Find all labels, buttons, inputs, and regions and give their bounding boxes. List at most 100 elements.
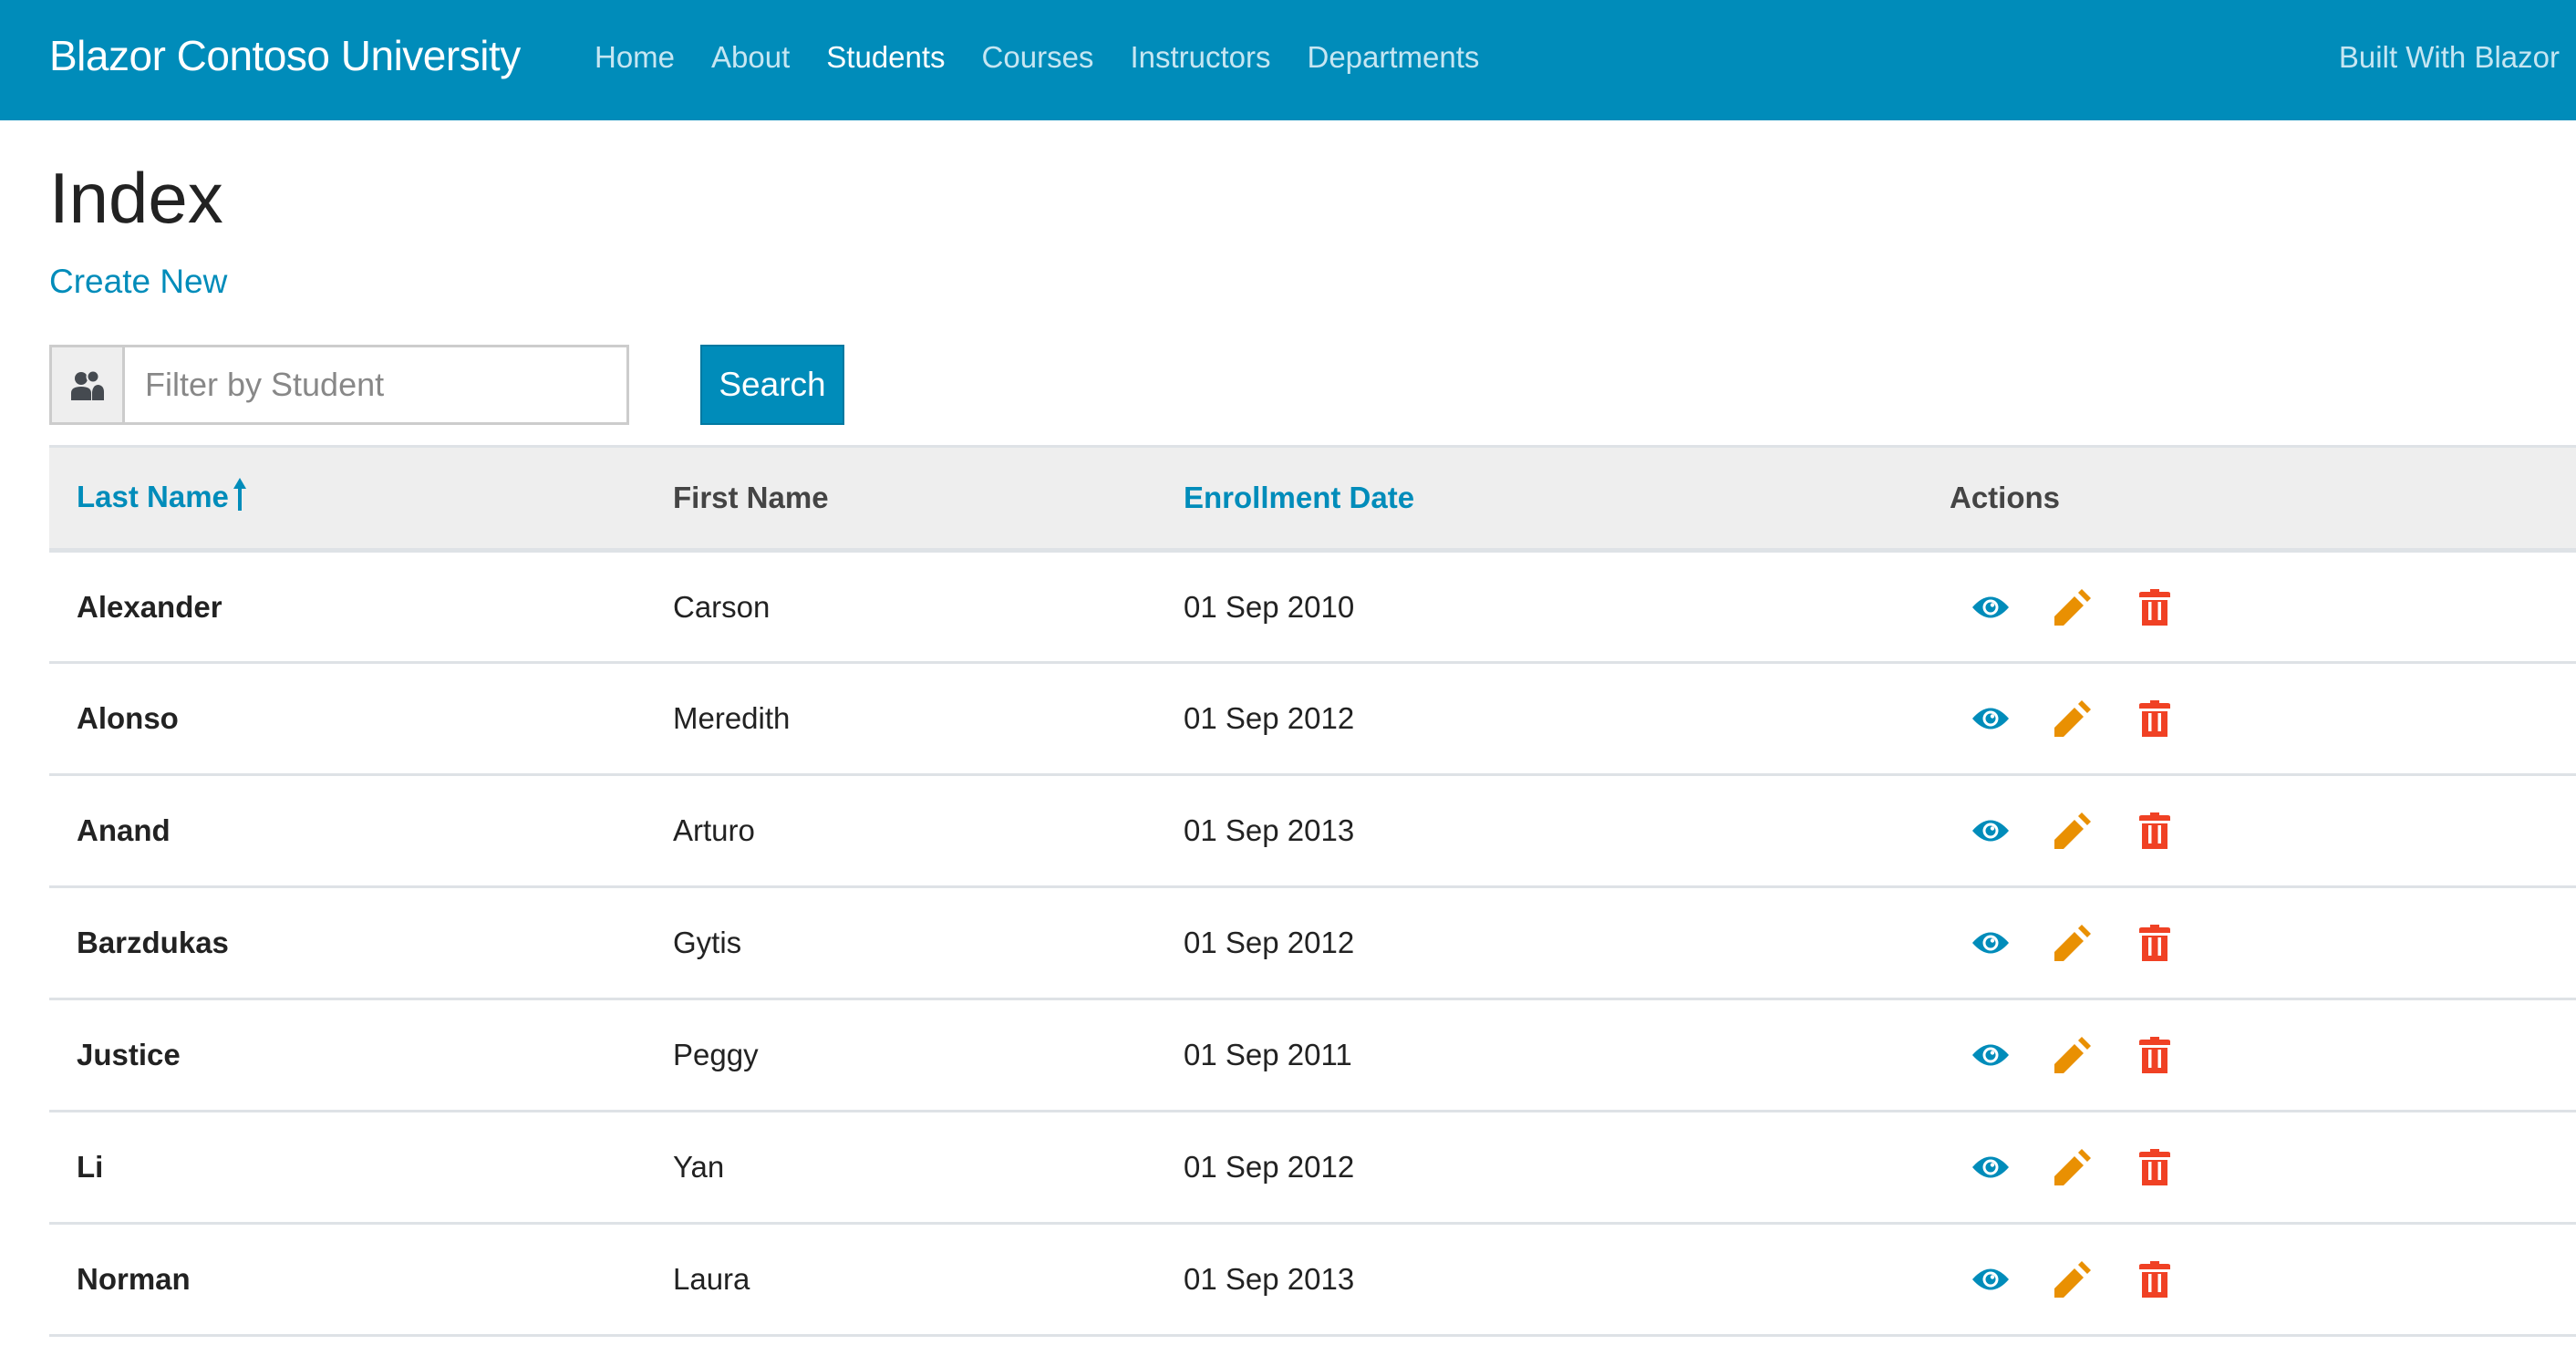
nav-item-departments[interactable]: Departments — [1307, 40, 1479, 75]
table-row: Anand Arturo 01 Sep 2013 — [49, 775, 2576, 887]
actions-cell — [1950, 775, 2576, 887]
delete-button[interactable] — [2134, 810, 2176, 852]
users-icon — [52, 347, 125, 422]
enrollment-date-cell: 01 Sep 2012 — [1184, 926, 1355, 959]
delete-button[interactable] — [2134, 586, 2176, 628]
enrollment-date-cell: 01 Sep 2013 — [1184, 1262, 1355, 1296]
last-name-cell: Alexander — [77, 589, 222, 624]
top-navbar: Blazor Contoso University Home About Stu… — [0, 0, 2576, 120]
last-name-cell: Justice — [77, 1038, 181, 1071]
first-name-cell: Laura — [673, 1262, 750, 1296]
details-button[interactable] — [1970, 922, 2012, 964]
eye-icon — [1972, 1268, 2009, 1290]
enrollment-date-cell: 01 Sep 2011 — [1184, 1038, 1352, 1071]
table-row: Barzdukas Gytis 01 Sep 2012 — [49, 887, 2576, 999]
nav-item-courses[interactable]: Courses — [982, 40, 1094, 75]
table-header-row: Last Name First Name Enrollment Date Act… — [49, 445, 2576, 553]
main-nav: Home About Students Courses Instructors … — [595, 40, 1479, 75]
delete-button[interactable] — [2134, 698, 2176, 740]
students-table: Last Name First Name Enrollment Date Act… — [49, 445, 2576, 1337]
details-button[interactable] — [1970, 810, 2012, 852]
sort-enrollment-date-link[interactable]: Enrollment Date — [1184, 481, 1414, 514]
eye-icon — [1972, 708, 2009, 730]
first-name-cell: Yan — [673, 1150, 725, 1184]
students-table-body: Alexander Carson 01 Sep 2010 Alonso Mere… — [49, 551, 2576, 1336]
page-title: Index — [49, 158, 223, 238]
enrollment-date-cell: 01 Sep 2012 — [1184, 1150, 1355, 1184]
nav-item-about[interactable]: About — [711, 40, 790, 75]
sort-last-name-link[interactable]: Last Name — [77, 478, 247, 513]
delete-button[interactable] — [2134, 1258, 2176, 1300]
details-button[interactable] — [1970, 1034, 2012, 1076]
actions-cell — [1950, 551, 2576, 663]
last-name-cell: Anand — [77, 813, 171, 847]
details-button[interactable] — [1970, 1258, 2012, 1300]
edit-button[interactable] — [2052, 698, 2094, 740]
details-button[interactable] — [1970, 586, 2012, 628]
eye-icon — [1972, 596, 2009, 617]
trash-icon — [2139, 1149, 2170, 1185]
first-name-cell: Arturo — [673, 813, 755, 847]
enrollment-date-cell: 01 Sep 2013 — [1184, 813, 1355, 847]
edit-button[interactable] — [2052, 1258, 2094, 1300]
trash-icon — [2139, 812, 2170, 849]
last-name-cell: Norman — [77, 1262, 191, 1296]
actions-cell — [1950, 1224, 2576, 1336]
first-name-cell: Meredith — [673, 701, 791, 735]
first-name-cell: Carson — [673, 589, 771, 624]
trash-icon — [2139, 700, 2170, 737]
column-header-enrollment-date[interactable]: Enrollment Date — [1184, 445, 1950, 553]
pencil-icon — [2054, 1149, 2091, 1185]
create-new-link[interactable]: Create New — [49, 263, 227, 301]
actions-cell — [1950, 887, 2576, 999]
pencil-icon — [2054, 812, 2091, 849]
edit-button[interactable] — [2052, 1146, 2094, 1188]
last-name-cell: Barzdukas — [77, 926, 229, 959]
trash-icon — [2139, 1037, 2170, 1073]
details-button[interactable] — [1970, 698, 2012, 740]
eye-icon — [1972, 820, 2009, 842]
last-name-cell: Li — [77, 1150, 104, 1184]
edit-button[interactable] — [2052, 586, 2094, 628]
column-header-first-name: First Name — [673, 445, 1184, 553]
eye-icon — [1972, 1156, 2009, 1178]
pencil-icon — [2054, 588, 2091, 626]
table-row: Alonso Meredith 01 Sep 2012 — [49, 663, 2576, 775]
edit-button[interactable] — [2052, 922, 2094, 964]
eye-icon — [1972, 1044, 2009, 1066]
built-with-blazor-link[interactable]: Built With Blazor — [2339, 40, 2560, 75]
trash-icon — [2139, 925, 2170, 961]
student-filter-group — [49, 345, 629, 425]
nav-item-instructors[interactable]: Instructors — [1130, 40, 1270, 75]
table-row: Norman Laura 01 Sep 2013 — [49, 1224, 2576, 1336]
table-row: Justice Peggy 01 Sep 2011 — [49, 999, 2576, 1112]
trash-icon — [2139, 1261, 2170, 1298]
pencil-icon — [2054, 1261, 2091, 1298]
actions-cell — [1950, 999, 2576, 1112]
enrollment-date-cell: 01 Sep 2012 — [1184, 701, 1355, 735]
delete-button[interactable] — [2134, 922, 2176, 964]
filter-by-student-input[interactable] — [125, 347, 626, 422]
column-header-last-name[interactable]: Last Name — [49, 445, 673, 553]
first-name-cell: Peggy — [673, 1038, 759, 1071]
nav-item-home[interactable]: Home — [595, 40, 675, 75]
delete-button[interactable] — [2134, 1146, 2176, 1188]
table-row: Li Yan 01 Sep 2012 — [49, 1112, 2576, 1224]
pencil-icon — [2054, 700, 2091, 737]
brand-link[interactable]: Blazor Contoso University — [49, 31, 521, 80]
eye-icon — [1972, 932, 2009, 954]
delete-button[interactable] — [2134, 1034, 2176, 1076]
search-button[interactable]: Search — [700, 345, 844, 425]
nav-item-students[interactable]: Students — [826, 40, 945, 75]
actions-cell — [1950, 1112, 2576, 1224]
sort-ascending-icon — [233, 478, 247, 518]
first-name-cell: Gytis — [673, 926, 742, 959]
details-button[interactable] — [1970, 1146, 2012, 1188]
column-header-actions: Actions — [1950, 445, 2576, 553]
trash-icon — [2139, 588, 2170, 626]
edit-button[interactable] — [2052, 810, 2094, 852]
table-row: Alexander Carson 01 Sep 2010 — [49, 551, 2576, 663]
pencil-icon — [2054, 925, 2091, 961]
last-name-cell: Alonso — [77, 701, 179, 735]
edit-button[interactable] — [2052, 1034, 2094, 1076]
